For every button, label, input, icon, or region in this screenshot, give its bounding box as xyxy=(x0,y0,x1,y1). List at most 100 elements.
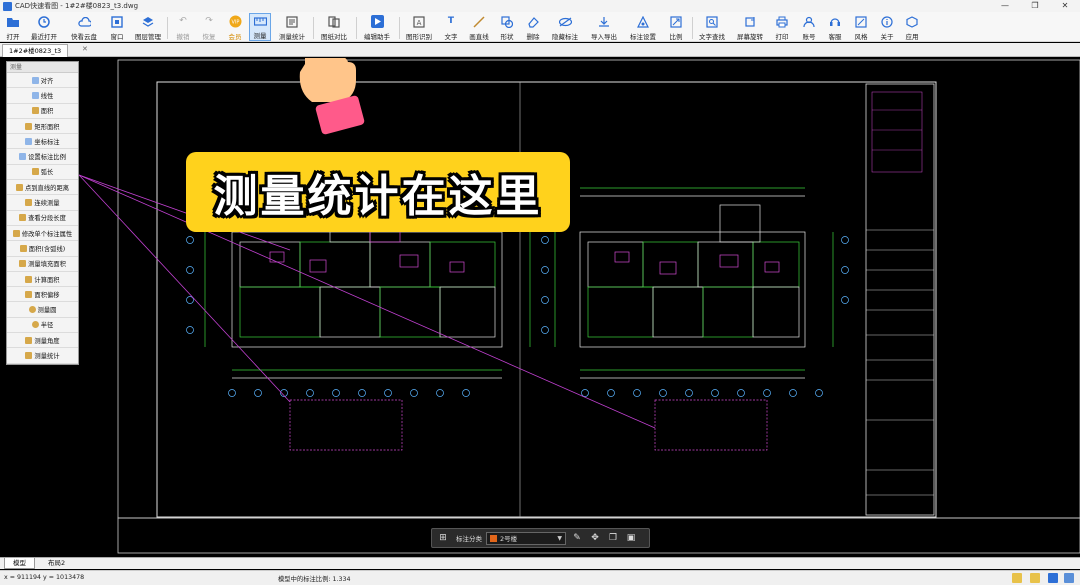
redo-button[interactable]: ↷ 恢复 xyxy=(198,13,220,42)
measure-item-fill-area[interactable]: 测量填充面积 xyxy=(7,257,78,272)
close-button[interactable]: ✕ xyxy=(1050,0,1080,12)
window-controls: — ❐ ✕ xyxy=(990,0,1080,12)
measure-stats-button[interactable]: 测量统计 xyxy=(276,13,308,41)
edit-assist-icon xyxy=(370,15,384,28)
set-scale-icon xyxy=(19,153,27,161)
paste-icon[interactable]: ▣ xyxy=(624,531,638,545)
toolbar-separator xyxy=(692,17,693,39)
measure-item-continuous[interactable]: 连续测量 xyxy=(7,195,78,211)
measure-item-area[interactable]: 面积 xyxy=(7,104,78,119)
measure-item-segment-length[interactable]: 查看分段长度 xyxy=(7,211,78,226)
line-button[interactable]: 画直线 xyxy=(466,13,492,41)
move-icon[interactable]: ✥ xyxy=(588,531,602,545)
folder-icon xyxy=(7,15,20,28)
measure-panel: 测量 对齐 线性 面积 矩形面积 坐标标注 设置标注比例 弧长 点到直线的距离 … xyxy=(6,61,79,365)
cad-drawing-canvas[interactable] xyxy=(0,58,1080,555)
main-toolbar: 打开 最近打开 快看云盘 窗口 图层管理 ↶ 撤销 ↷ 恢复 VIP 会员 测量 测量… xyxy=(0,12,1080,42)
pointing-hand-icon xyxy=(299,58,365,135)
stats-icon xyxy=(25,351,33,359)
status-bar: x = 911194 y = 1013478 模型中的标注比例: 1.334 xyxy=(0,570,1080,585)
edit-icon[interactable]: ✎ xyxy=(570,531,584,545)
annotation-category-select[interactable]: 2号楼 ▼ xyxy=(486,531,566,545)
undo-icon: ↶ xyxy=(179,16,187,26)
compare-button[interactable]: 图纸对比 xyxy=(318,13,350,41)
status-icon-1[interactable] xyxy=(1012,573,1022,583)
measure-item-circle[interactable]: 测量圆 xyxy=(7,302,78,318)
angle-icon xyxy=(25,336,33,344)
recent-button[interactable]: 最近打开 xyxy=(28,13,60,41)
maximize-button[interactable]: ❐ xyxy=(1020,0,1050,12)
window-title: CAD快速看图 - 1#2#楼0823_t3.dwg xyxy=(15,2,139,10)
toolbar-separator xyxy=(313,17,314,39)
shape-recognize-button[interactable]: A 图形识别 xyxy=(403,13,435,41)
copy-icon[interactable]: ❐ xyxy=(606,531,620,545)
vip-icon: VIP xyxy=(229,15,242,28)
linear-icon xyxy=(31,91,39,99)
segment-length-icon xyxy=(19,214,27,222)
annotation-category-value: 2号楼 xyxy=(500,535,518,543)
grid-icon[interactable]: ⊞ xyxy=(436,531,450,545)
measure-item-point-to-line[interactable]: 点到直线的距离 xyxy=(7,180,78,196)
measure-button[interactable]: 测量 xyxy=(249,13,271,41)
measure-item-linear[interactable]: 线性 xyxy=(7,88,78,104)
measure-item-set-scale[interactable]: 设置标注比例 xyxy=(7,149,78,165)
delete-button[interactable]: 删除 xyxy=(522,13,544,41)
measure-item-edit-annotation[interactable]: 修改单个标注属性 xyxy=(7,226,78,242)
measure-item-align[interactable]: 对齐 xyxy=(7,73,78,89)
svg-text:A: A xyxy=(417,19,422,27)
annotation-settings-button[interactable]: 标注设置 xyxy=(627,13,659,41)
hide-annotation-button[interactable]: 隐藏标注 xyxy=(549,13,581,41)
measure-item-stats[interactable]: 测量统计 xyxy=(7,348,78,364)
cursor-coordinates: x = 911194 y = 1013478 xyxy=(4,574,85,581)
measure-item-area-offset[interactable]: 面积偏移 xyxy=(7,287,78,303)
text-button[interactable]: T 文字 xyxy=(440,13,462,42)
measure-item-coordinate[interactable]: 坐标标注 xyxy=(7,134,78,150)
close-tab-icon[interactable]: ✕ xyxy=(82,45,88,53)
status-icon-3[interactable] xyxy=(1048,573,1058,583)
tab-model[interactable]: 模型 xyxy=(4,558,35,569)
measure-item-calc-area[interactable]: 计算面积 xyxy=(7,272,78,288)
document-tab[interactable]: 1#2#楼0823_t3 xyxy=(2,44,69,57)
status-icon-2[interactable] xyxy=(1030,573,1040,583)
style-icon xyxy=(855,15,868,28)
account-button[interactable]: 账号 xyxy=(798,13,820,41)
rotate-button[interactable]: 屏幕旋转 xyxy=(734,13,766,41)
tab-layout2[interactable]: 布局2 xyxy=(40,558,73,569)
cloud-button[interactable]: 快看云盘 xyxy=(68,13,100,41)
measure-item-rect-area[interactable]: 矩形面积 xyxy=(7,119,78,135)
import-export-button[interactable]: 导入导出 xyxy=(588,13,620,41)
continuous-icon xyxy=(25,199,33,207)
support-button[interactable]: 客服 xyxy=(824,13,846,41)
measure-item-angle[interactable]: 测量角度 xyxy=(7,333,78,349)
style-button[interactable]: 风格 xyxy=(850,13,872,41)
layers-icon xyxy=(142,15,155,28)
chevron-down-icon: ▼ xyxy=(557,534,562,542)
measure-item-radius[interactable]: 半径 xyxy=(7,318,78,334)
document-tab-bar: 1#2#楼0823_t3 ✕ xyxy=(0,43,1080,57)
shape-button[interactable]: 形状 xyxy=(496,13,518,41)
measure-item-area-arc[interactable]: 面积(含弧线) xyxy=(7,241,78,257)
ruler-icon xyxy=(253,16,267,27)
open-button[interactable]: 打开 xyxy=(2,13,24,41)
text-search-button[interactable]: 文字查找 xyxy=(696,13,728,41)
cloud-icon xyxy=(77,15,91,28)
undo-button[interactable]: ↶ 撤销 xyxy=(172,13,194,42)
align-icon xyxy=(31,76,39,84)
status-icon-4[interactable] xyxy=(1064,573,1074,583)
layers-button[interactable]: 图层管理 xyxy=(133,13,163,41)
compare-icon xyxy=(328,15,341,28)
app-logo-icon xyxy=(3,1,12,11)
minimize-button[interactable]: — xyxy=(990,0,1020,12)
account-icon xyxy=(803,15,816,28)
apps-button[interactable]: 应用 xyxy=(901,13,923,41)
print-icon xyxy=(776,15,789,28)
vip-button[interactable]: VIP 会员 xyxy=(224,13,246,41)
annotation-toolbar: ⊞ 标注分类 2号楼 ▼ ✎ ✥ ❐ ▣ xyxy=(431,528,650,548)
about-button[interactable]: 关于 xyxy=(876,13,898,41)
window-button[interactable]: 窗口 xyxy=(106,13,128,41)
edit-assist-button[interactable]: 编辑助手 xyxy=(361,13,393,41)
print-button[interactable]: 打印 xyxy=(771,13,793,41)
scale-button[interactable]: 比例 xyxy=(665,13,687,41)
annotation-settings-icon xyxy=(637,15,650,28)
measure-item-arc-length[interactable]: 弧长 xyxy=(7,165,78,181)
